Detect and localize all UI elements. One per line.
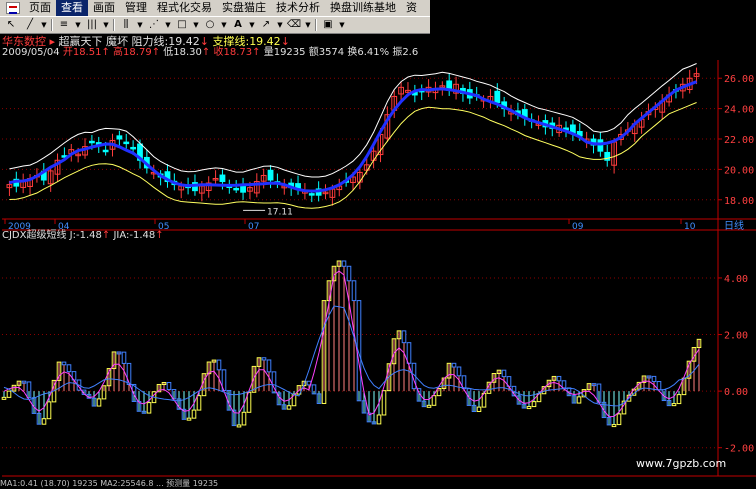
indicator-box	[671, 403, 677, 407]
jia-value: -1.48	[129, 230, 156, 241]
indicator-box	[6, 390, 12, 398]
x-axis-label: 09	[572, 222, 584, 232]
indicator-box	[186, 417, 192, 421]
indicator-box	[651, 375, 657, 383]
indicator-box	[166, 382, 172, 391]
indicator-box	[266, 359, 272, 373]
indicator-chart	[1, 260, 702, 428]
arrow-up-icon: ↑	[101, 230, 111, 241]
period-label: 日线	[724, 219, 744, 232]
indicator-tick-label: 4.00	[724, 274, 748, 285]
indicator-box	[456, 366, 462, 377]
indicator-box	[426, 404, 432, 408]
indicator-tick-label: 2.00	[724, 331, 748, 342]
indicator-box	[41, 418, 47, 425]
indicator-box	[526, 406, 532, 410]
indicator-box	[191, 409, 197, 419]
candle-body	[102, 149, 109, 153]
indicator-box	[406, 342, 412, 364]
k-line	[3, 270, 700, 418]
indicator-box	[561, 380, 567, 389]
indicator-box	[401, 330, 407, 344]
indicator-box	[66, 364, 72, 373]
indicator-box	[451, 362, 457, 368]
indicator-tick-label: 0.00	[724, 387, 748, 398]
candle-body	[130, 146, 137, 150]
candle-body	[308, 193, 315, 196]
arrow-up-icon: ↑	[155, 230, 164, 241]
price-chart: 17.11	[6, 63, 700, 217]
indicator-box	[96, 398, 102, 407]
indicator-box	[341, 260, 347, 267]
watermark: www.7gpzb.com	[636, 457, 727, 470]
price-tick-label: 26.00	[724, 74, 754, 85]
indicator-box	[46, 401, 52, 420]
candle-body	[88, 140, 95, 144]
indicator-box	[346, 265, 352, 282]
price-tick-label: 22.00	[724, 135, 754, 146]
price-tick-label: 24.00	[724, 105, 754, 116]
bottom-status: MA1:0.41 (18.70) 19235 MA2:25546.8 ... 预…	[0, 479, 219, 488]
indicator-box	[261, 357, 267, 361]
indicator-box	[236, 424, 242, 428]
indicator-box	[611, 424, 617, 428]
indicator-box	[61, 361, 67, 366]
indicator-title[interactable]: CJDX超级短线	[2, 230, 66, 241]
indicator-box	[196, 395, 202, 411]
indicator-box	[556, 375, 562, 382]
j-value: -1.48	[76, 230, 102, 241]
indicator-box	[376, 414, 382, 425]
x-axis-label: 10	[684, 222, 696, 232]
price-tick-label: 20.00	[724, 165, 754, 176]
candle-body	[123, 141, 130, 145]
indicator-box	[241, 411, 247, 426]
indicator-box	[121, 351, 127, 364]
candle-body	[219, 174, 226, 183]
indicator-box	[616, 413, 622, 426]
price-tick-label: 18.00	[724, 196, 754, 207]
indicator-box	[501, 369, 507, 378]
indicator-header: CJDX超级短线 J:-1.48↑ JIA:-1.48↑	[2, 230, 164, 242]
indicator-box	[286, 405, 292, 410]
candle-body	[494, 90, 501, 104]
indicator-box	[531, 401, 537, 408]
candle-body	[233, 187, 240, 191]
upper-band-line	[9, 63, 697, 178]
indicator-box	[216, 359, 222, 371]
indicator-box	[1, 396, 7, 400]
indicator-box	[146, 402, 152, 414]
indicator-box	[576, 396, 582, 404]
indicator-box	[381, 390, 387, 416]
x-axis-label: 07	[248, 222, 259, 232]
indicator-box	[476, 406, 482, 413]
indicator-tick-label: -2.00	[724, 444, 754, 455]
chart-canvas[interactable]: 17.11 26.0024.0022.0020.0018.002009 04 05 0…	[0, 0, 756, 487]
indicator-box	[676, 394, 682, 405]
low-annotation-label: 17.11	[267, 207, 293, 217]
indicator-box	[431, 395, 437, 406]
candle-body	[116, 135, 123, 140]
jia-label: JIA:	[113, 230, 130, 241]
candle-body	[267, 169, 274, 181]
indicator-box	[351, 280, 357, 302]
